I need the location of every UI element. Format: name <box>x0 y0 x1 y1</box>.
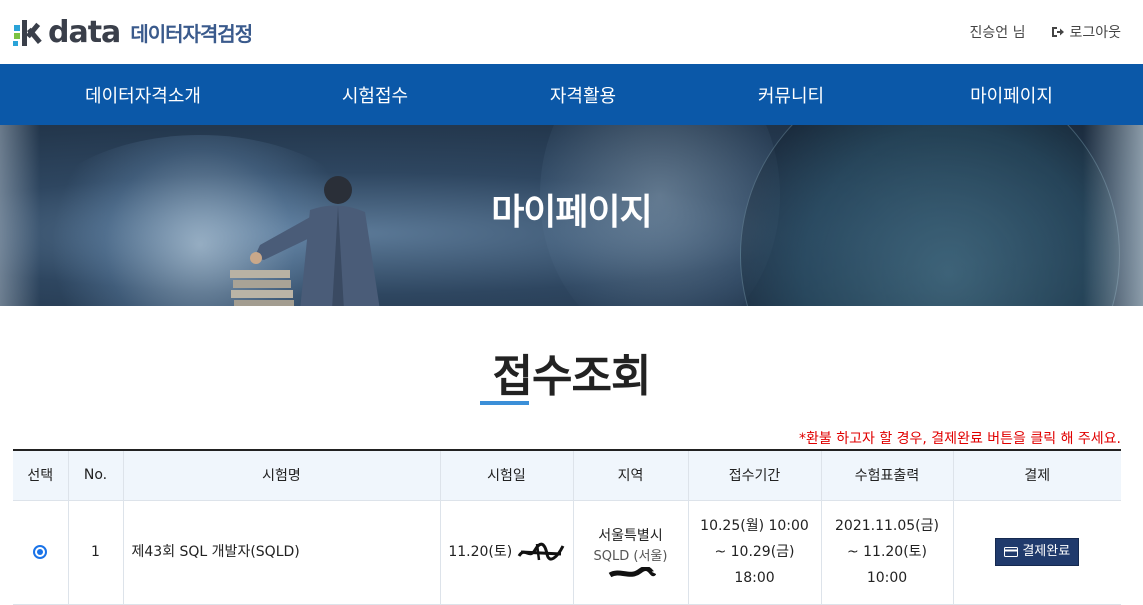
col-exam-name: 시험명 <box>123 450 441 501</box>
ticket-end-date: ~ 11.20(토) <box>846 544 928 560</box>
region-name: 서울특별시 <box>598 528 663 544</box>
site-logo[interactable]: data 데이터자격검정 <box>13 14 253 50</box>
sign-out-icon <box>1052 27 1065 37</box>
row-no: 1 <box>68 500 124 605</box>
region-sub: SQLD (서울) <box>593 549 668 564</box>
col-no: No. <box>68 450 124 501</box>
table-row: 1 제43회 SQL 개발자(SQLD) 11.20(토) 서울특별시 SQLD… <box>13 500 1121 605</box>
col-ticket-print: 수험표출력 <box>821 450 954 501</box>
period-end-time: 18:00 <box>734 570 775 586</box>
logo-subtitle: 데이터자격검정 <box>130 21 253 46</box>
payment-label: 결제완료 <box>1022 544 1071 559</box>
top-header: data 데이터자격검정 진승언 님 로그아웃 <box>0 0 1143 64</box>
user-area: 진승언 님 로그아웃 <box>969 22 1121 42</box>
nav-item-mypage[interactable]: 마이페이지 <box>880 64 1143 125</box>
nav-item-exam-registration[interactable]: 시험접수 <box>286 64 464 125</box>
payment-complete-button[interactable]: 결제완료 <box>995 538 1080 566</box>
user-name: 진승언 님 <box>969 25 1026 41</box>
logout-button[interactable]: 로그아웃 <box>1051 22 1121 42</box>
page-heading: 접수조회 <box>0 340 1143 404</box>
period-start: 10.25(월) 10:00 <box>700 518 809 534</box>
table-header-row: 선택 No. 시험명 시험일 지역 접수기간 수험표출력 결제 <box>13 450 1121 501</box>
period-end-date: ~ 10.29(금) <box>714 544 795 560</box>
credit-card-icon <box>1004 547 1019 557</box>
row-select-radio[interactable] <box>33 545 48 559</box>
select-cell <box>13 500 69 605</box>
nav-item-cert-usage[interactable]: 자격활용 <box>464 64 702 125</box>
col-registration-period: 접수기간 <box>688 450 822 501</box>
exam-name: 제43회 SQL 개발자(SQLD) <box>123 500 441 605</box>
main-nav: 데이터자격소개 시험접수 자격활용 커뮤니티 마이페이지 <box>0 64 1143 125</box>
nav-item-data-cert-intro[interactable]: 데이터자격소개 <box>0 64 286 125</box>
ticket-print-cell: 2021.11.05(금) ~ 11.20(토) 10:00 <box>821 500 954 605</box>
logout-label: 로그아웃 <box>1069 25 1121 41</box>
redaction-scribble <box>517 542 565 561</box>
ticket-start: 2021.11.05(금) <box>835 518 939 534</box>
col-region: 지역 <box>573 450 689 501</box>
page-banner: 마이페이지 <box>0 125 1143 306</box>
exam-date-cell: 11.20(토) <box>440 500 574 605</box>
region-cell: 서울특별시 SQLD (서울) <box>573 500 689 605</box>
registration-table: 선택 No. 시험명 시험일 지역 접수기간 수험표출력 결제 1 제43회 S… <box>13 449 1121 605</box>
col-payment: 결제 <box>953 450 1121 501</box>
k-logo-icon <box>13 16 46 48</box>
exam-date: 11.20(토) <box>448 544 513 560</box>
payment-cell: 결제완료 <box>953 500 1121 605</box>
banner-title: 마이페이지 <box>491 192 653 233</box>
registration-period-cell: 10.25(월) 10:00 ~ 10.29(금) 18:00 <box>688 500 822 605</box>
nav-item-community[interactable]: 커뮤니티 <box>702 64 880 125</box>
heading-underline <box>480 401 529 405</box>
col-exam-date: 시험일 <box>440 450 574 501</box>
redaction-scribble <box>608 567 656 578</box>
refund-notice: *환불 하고자 할 경우, 결제완료 버튼을 클릭 해 주세요. <box>799 431 1121 447</box>
page-title: 접수조회 <box>492 351 652 402</box>
col-select: 선택 <box>13 450 69 501</box>
logo-wordmark: data <box>48 14 121 50</box>
ticket-end-time: 10:00 <box>866 570 908 586</box>
